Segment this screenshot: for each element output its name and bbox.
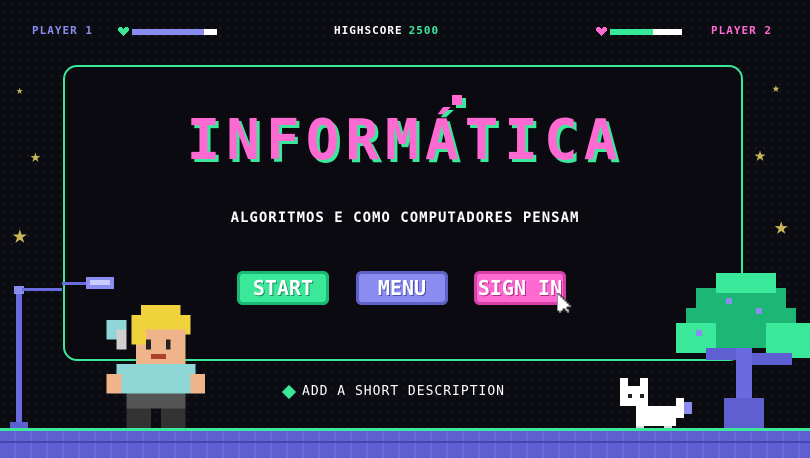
- player1-heart-icon: [118, 27, 129, 36]
- highscore-label: HIGHSCORE: [334, 24, 403, 37]
- highscore: HIGHSCORE 2500: [334, 24, 439, 37]
- star-icon: ★: [772, 81, 780, 96]
- highscore-value: 2500: [408, 24, 440, 37]
- player2-label: PLAYER 2: [711, 24, 772, 37]
- ground: [0, 428, 810, 458]
- menu-button[interactable]: MENU: [356, 271, 448, 305]
- hero-character: [106, 305, 206, 428]
- player2-health-bar: [610, 29, 682, 35]
- start-button[interactable]: START: [237, 271, 329, 305]
- sign-in-button[interactable]: SIGN IN: [474, 271, 566, 305]
- pixel-tree: [676, 273, 810, 430]
- description-text: ADD A SHORT DESCRIPTION: [302, 384, 506, 399]
- player1-health-bar: [132, 29, 217, 35]
- diamond-icon: [281, 384, 297, 399]
- game-subtitle: ALGORITMOS E COMO COMPUTADORES PENSAM: [230, 210, 580, 226]
- accent-mark: [452, 95, 462, 105]
- description-row: ADD A SHORT DESCRIPTION: [281, 384, 506, 399]
- star-icon: ★: [16, 83, 24, 97]
- pointer-cursor-icon: [557, 293, 572, 313]
- player2-heart-icon: [596, 27, 607, 36]
- game-title: INFORMÁTICA: [186, 108, 624, 173]
- player1-label: PLAYER 1: [32, 24, 93, 37]
